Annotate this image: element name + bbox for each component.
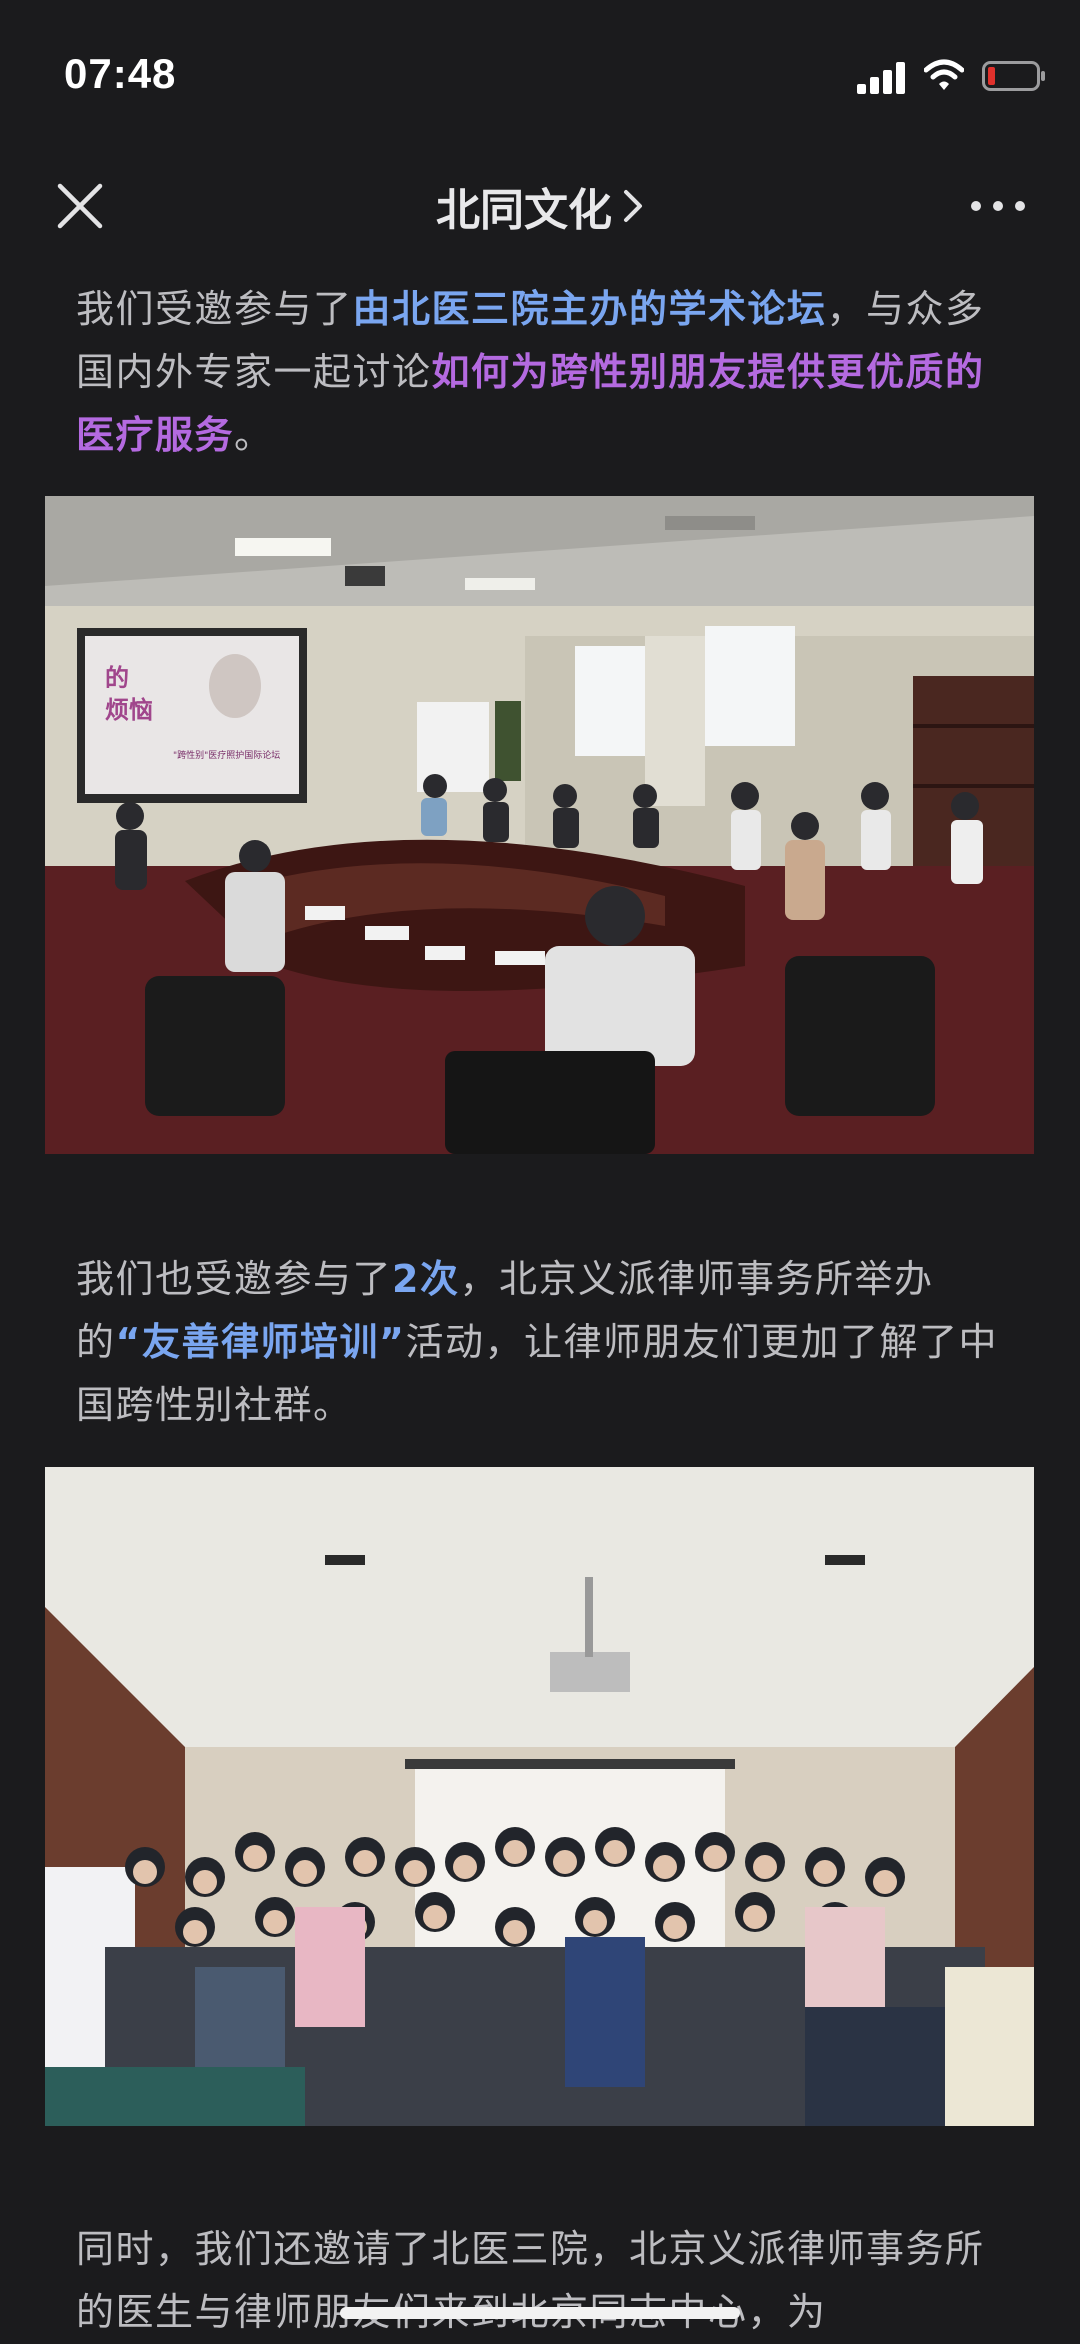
article-paragraph: 我们受邀参与了由北医三院主办的学术论坛，与众多国内外专家一起讨论如何为跨性别朋友… [76,278,1016,467]
text-segment: 我们也受邀参与了 [76,1257,393,1301]
highlight-text: “友善律师培训” [115,1320,406,1364]
status-bar: 07:48 [0,0,1080,150]
highlight-text: 由北医三院主办的学术论坛 [352,287,827,331]
training-group-photo[interactable] [45,1467,1034,2126]
text-segment: 。 [234,413,274,457]
slide-text: 烦恼 [105,696,153,724]
article-paragraph: 同时，我们还邀请了北医三院，北京义派律师事务所的医生与律师朋友们来到北京同志中心… [76,2218,1016,2344]
slide-text: 的 [105,664,129,692]
forum-photo[interactable]: 的 烦恼 "跨性别"医疗照护国际论坛 [45,496,1034,1154]
chevron-right-icon [624,190,642,222]
slide-caption: "跨性别"医疗照护国际论坛 [173,749,280,761]
forum-photo-image: 的 烦恼 "跨性别"医疗照护国际论坛 [45,496,1034,1154]
status-time: 07:48 [64,50,177,97]
more-icon[interactable] [968,190,1028,222]
text-segment: 我们受邀参与了 [76,287,353,331]
nav-title: 北同文化 [436,185,612,236]
highlight-text: 2次 [392,1257,460,1301]
nav-title-button[interactable]: 北同文化 [0,176,1080,236]
home-indicator[interactable] [340,2307,740,2319]
article-paragraph: 我们也受邀参与了2次，北京义派律师事务所举办的“友善律师培训”活动，让律师朋友们… [76,1248,1016,1437]
signal-icon [857,62,905,94]
battery-icon [982,61,1045,91]
group-photo-image [45,1467,1034,2126]
wifi-icon [924,59,964,90]
